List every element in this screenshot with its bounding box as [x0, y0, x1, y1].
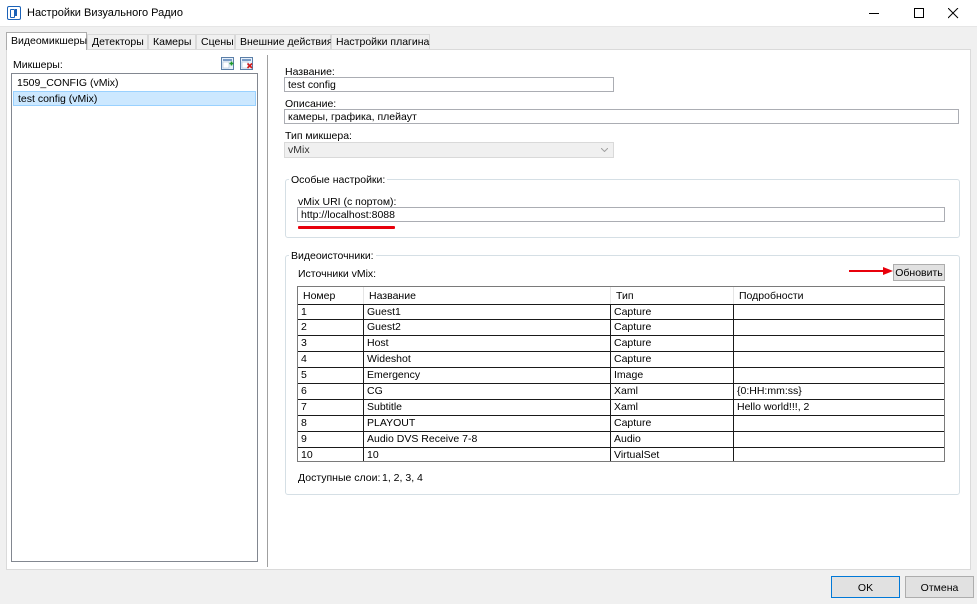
cell-details — [734, 305, 944, 320]
cell-number: 5 — [298, 368, 364, 383]
cell-name: Wideshot — [364, 352, 611, 367]
refresh-button[interactable]: Обновить — [893, 264, 945, 281]
maximize-icon — [914, 8, 924, 18]
mixer-type-value: vMix — [288, 144, 310, 156]
mixer-item[interactable]: 1509_CONFIG (vMix) — [13, 76, 256, 91]
table-row[interactable]: 6 CG Xaml {0:HH:mm:ss} — [298, 384, 944, 400]
minimize-icon — [869, 13, 879, 14]
minimize-button[interactable] — [852, 0, 898, 27]
table-header: Номер Название Тип Подробности — [298, 287, 944, 304]
cell-details — [734, 416, 944, 431]
cell-details — [734, 352, 944, 367]
cell-name: 10 — [364, 448, 611, 461]
close-icon — [948, 8, 959, 19]
table-row[interactable]: 5 Emergency Image — [298, 368, 944, 384]
cell-number: 4 — [298, 352, 364, 367]
cell-type: Capture — [611, 305, 734, 320]
mixer-list[interactable]: 1509_CONFIG (vMix) test config (vMix) — [11, 73, 258, 562]
cell-name: Guest1 — [364, 305, 611, 320]
table-row[interactable]: 2 Guest2 Capture — [298, 320, 944, 336]
cell-number: 6 — [298, 384, 364, 399]
mixer-item-selected[interactable]: test config (vMix) — [13, 91, 256, 106]
cell-details — [734, 432, 944, 447]
cell-type: Capture — [611, 352, 734, 367]
cell-number: 9 — [298, 432, 364, 447]
video-sources-title: Видеоисточники: — [289, 250, 376, 262]
cell-number: 10 — [298, 448, 364, 461]
table-row[interactable]: 4 Wideshot Capture — [298, 352, 944, 368]
tab-external-actions[interactable]: Внешние действия — [235, 34, 333, 50]
cell-type: Image — [611, 368, 734, 383]
cell-type: VirtualSet — [611, 448, 734, 461]
cell-number: 8 — [298, 416, 364, 431]
mixer-type-label: Тип микшера: — [285, 130, 352, 142]
mixer-type-select[interactable]: vMix — [284, 142, 614, 158]
cell-name: CG — [364, 384, 611, 399]
cell-number: 2 — [298, 320, 364, 335]
cancel-button[interactable]: Отмена — [905, 576, 974, 598]
vmix-uri-input[interactable]: http://localhost:8088 — [297, 207, 945, 222]
app-icon — [7, 6, 21, 20]
cell-details: {0:HH:mm:ss} — [737, 385, 802, 397]
add-mixer-icon[interactable] — [221, 57, 234, 70]
title-bar: Настройки Визуального Радио — [0, 0, 977, 27]
cell-number: 1 — [298, 305, 364, 320]
annotation-underline — [298, 226, 395, 229]
cell-name: Guest2 — [364, 320, 611, 335]
cell-type: Xaml — [611, 384, 734, 399]
cell-type: Audio — [611, 432, 734, 447]
sources-table: Номер Название Тип Подробности 1 Guest1 Ca… — [297, 286, 945, 462]
table-row[interactable]: 10 10 VirtualSet — [298, 448, 944, 461]
splitter[interactable] — [267, 55, 268, 567]
cell-type: Capture — [611, 336, 734, 351]
window-title: Настройки Визуального Радио — [27, 7, 183, 19]
table-row[interactable]: 7 Subtitle Xaml Hello world!!!, 2 — [298, 400, 944, 416]
tab-cameras[interactable]: Камеры — [148, 34, 196, 50]
cell-number: 7 — [298, 400, 364, 415]
arrow-right-icon — [849, 267, 893, 275]
cell-name: Audio DVS Receive 7-8 — [364, 432, 611, 447]
cell-details: Hello world!!!, 2 — [737, 401, 810, 413]
cell-details — [734, 320, 944, 335]
cell-name: Emergency — [364, 368, 611, 383]
name-input[interactable]: test config — [284, 77, 614, 92]
tab-detectors[interactable]: Детекторы — [87, 34, 148, 50]
cell-details — [734, 448, 944, 461]
vmix-sources-label: Источники vMix: — [298, 268, 377, 280]
table-row[interactable]: 9 Audio DVS Receive 7-8 Audio — [298, 432, 944, 448]
description-input[interactable]: камеры, графика, плейаут — [284, 109, 959, 124]
mixers-label: Микшеры: — [13, 59, 63, 71]
cell-number: 3 — [298, 336, 364, 351]
ok-button[interactable]: OK — [831, 576, 900, 598]
cell-name: Host — [364, 336, 611, 351]
column-header-details[interactable]: Подробности — [734, 287, 944, 304]
cell-name: Subtitle — [364, 400, 611, 415]
table-row[interactable]: 3 Host Capture — [298, 336, 944, 352]
available-layers-label: Доступные слои: — [298, 472, 381, 484]
delete-mixer-icon[interactable] — [240, 57, 253, 70]
column-header-name[interactable]: Название — [364, 287, 611, 304]
cell-details — [734, 336, 944, 351]
cell-details — [734, 368, 944, 383]
table-row[interactable]: 1 Guest1 Capture — [298, 304, 944, 320]
available-layers-value: 1, 2, 3, 4 — [382, 472, 423, 484]
column-header-type[interactable]: Тип — [611, 287, 734, 304]
close-button[interactable] — [931, 0, 977, 27]
chevron-down-icon — [601, 148, 608, 152]
tab-video-mixers[interactable]: Видеомикшеры — [6, 32, 87, 50]
cell-type: Capture — [611, 320, 734, 335]
special-settings-title: Особые настройки: — [289, 174, 388, 186]
cell-type: Capture — [611, 416, 734, 431]
table-row[interactable]: 8 PLAYOUT Capture — [298, 416, 944, 432]
tab-plugin-settings[interactable]: Настройки плагина — [331, 34, 430, 50]
cell-type: Xaml — [611, 400, 734, 415]
tab-scenes[interactable]: Сцены — [196, 34, 235, 50]
cell-name: PLAYOUT — [364, 416, 611, 431]
column-header-number[interactable]: Номер — [298, 287, 364, 304]
